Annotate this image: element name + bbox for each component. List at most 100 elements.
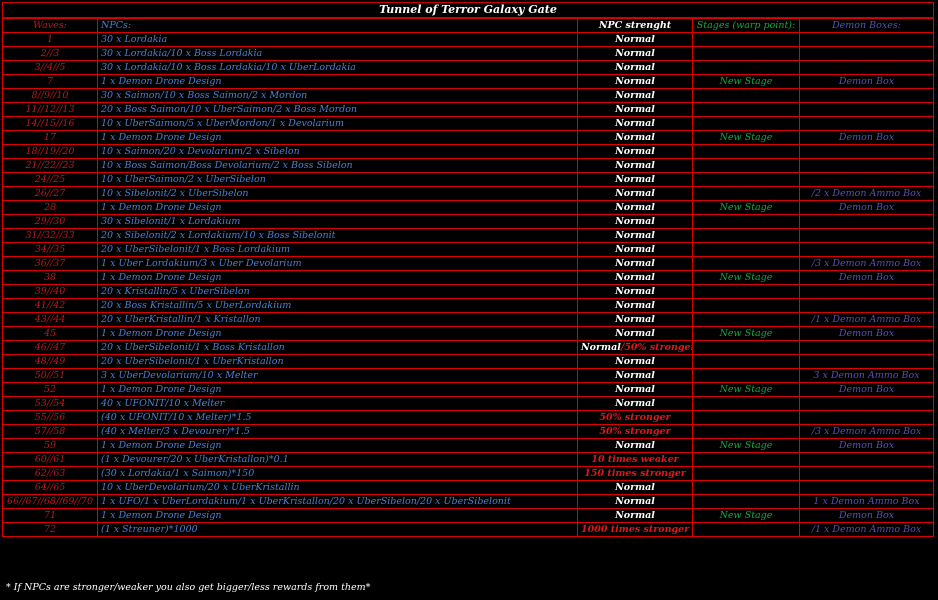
- table-row: 34//35 20 x UberSibelonit/1 x Boss Lordak…: [2, 242, 934, 257]
- strength-cell: Normal: [577, 158, 693, 173]
- box-cell: [799, 452, 934, 467]
- box-cell: [799, 158, 934, 173]
- box-cell: [799, 32, 934, 47]
- box-cell: [799, 46, 934, 61]
- table-row: 46//47 20 x UberSibelonit/1 x Boss Krista…: [2, 340, 934, 355]
- strength-cell: Normal: [577, 60, 693, 75]
- npcs-cell: 10 x UberSaimon/5 x UberMordon/1 x Devol…: [97, 116, 578, 131]
- table-row: 11//12//13 20 x Boss Saimon/10 x UberSaim…: [2, 102, 934, 117]
- strength-cell: Normal: [577, 438, 693, 453]
- strength-value: 50% stronger: [599, 426, 671, 437]
- box-cell: [799, 340, 934, 355]
- npcs-cell: 1 x UFO/1 x UberLordakium/1 x UberKrista…: [97, 494, 578, 509]
- strength-value: Normal: [615, 258, 655, 269]
- table-row: 62//63 (30 x Lordakia/1 x Saimon)*150 150 …: [2, 466, 934, 481]
- table-row: 21//22//23 10 x Boss Saimon/Boss Devolari…: [2, 158, 934, 173]
- box-cell: 1 x Demon Ammo Box: [799, 494, 934, 509]
- stage-cell: New Stage: [692, 508, 800, 523]
- strength-cell: Normal: [577, 396, 693, 411]
- npcs-cell: 30 x Saimon/10 x Boss Saimon/2 x Mordon: [97, 88, 578, 103]
- strength-cell: Normal: [577, 102, 693, 117]
- stage-cell: New Stage: [692, 74, 800, 89]
- wave-cell: 55//56: [2, 410, 98, 425]
- strength-value: Normal: [615, 90, 655, 101]
- wave-cell: 17: [2, 130, 98, 145]
- box-cell: [799, 228, 934, 243]
- box-cell: [799, 88, 934, 103]
- strength-cell: Normal: [577, 214, 693, 229]
- npcs-cell: 30 x Lordakia/10 x Boss Lordakia/10 x Ub…: [97, 60, 578, 75]
- npcs-cell: 1 x Demon Drone Design: [97, 508, 578, 523]
- wave-cell: 48//49: [2, 354, 98, 369]
- wave-cell: 11//12//13: [2, 102, 98, 117]
- box-cell: Demon Box: [799, 508, 934, 523]
- strength-value: Normal: [615, 356, 655, 367]
- box-cell: Demon Box: [799, 438, 934, 453]
- stage-cell: [692, 186, 800, 201]
- wave-cell: 14//15//16: [2, 116, 98, 131]
- wave-cell: 72: [2, 522, 98, 537]
- strength-value: Normal: [615, 118, 655, 129]
- stage-cell: [692, 158, 800, 173]
- table-row: 39//40 20 x Kristallin/5 x UberSibelon Nor…: [2, 284, 934, 299]
- table-row: 43//44 20 x UberKristallin/1 x Kristallon…: [2, 312, 934, 327]
- strength-cell: Normal: [577, 354, 693, 369]
- strength-value: 10 times weaker: [591, 454, 679, 465]
- npcs-cell: 1 x Demon Drone Design: [97, 326, 578, 341]
- wave-cell: 52: [2, 382, 98, 397]
- table-row: 59 1 x Demon Drone Design Normal New Stage D…: [2, 438, 934, 453]
- wave-cell: 53//54: [2, 396, 98, 411]
- table-row: 1 30 x Lordakia Normal: [2, 32, 934, 47]
- wave-cell: 57//58: [2, 424, 98, 439]
- npcs-cell: (30 x Lordakia/1 x Saimon)*150: [97, 466, 578, 481]
- wave-cell: 31//32//33: [2, 228, 98, 243]
- stage-cell: [692, 424, 800, 439]
- wave-cell: 21//22//23: [2, 158, 98, 173]
- stage-cell: [692, 368, 800, 383]
- strength-value: Normal: [615, 216, 655, 227]
- strength-value: Normal: [615, 300, 655, 311]
- box-cell: [799, 242, 934, 257]
- stage-cell: [692, 396, 800, 411]
- strength-value: 50% stronger: [599, 412, 671, 423]
- table-row: 14//15//16 10 x UberSaimon/5 x UberMordon…: [2, 116, 934, 131]
- wave-cell: 66//67//68//69//70: [2, 494, 98, 509]
- table-row: 24//25 10 x UberSaimon/2 x UberSibelon Nor…: [2, 172, 934, 187]
- strength-value: Normal: [615, 146, 655, 157]
- strength-value: Normal: [581, 342, 621, 353]
- strength-value: Normal: [615, 314, 655, 325]
- stage-cell: [692, 284, 800, 299]
- wave-cell: 46//47: [2, 340, 98, 355]
- strength-cell: Normal: [577, 200, 693, 215]
- header-npcs: NPCs:: [97, 18, 578, 33]
- wave-cell: 71: [2, 508, 98, 523]
- box-cell: /1 x Demon Ammo Box: [799, 312, 934, 327]
- wave-cell: 18//19//20: [2, 144, 98, 159]
- strength-cell: Normal: [577, 326, 693, 341]
- npcs-cell: 30 x Lordakia/10 x Boss Lordakia: [97, 46, 578, 61]
- npcs-cell: 1 x Demon Drone Design: [97, 200, 578, 215]
- strength-cell: Normal: [577, 284, 693, 299]
- strength-value: 1000 times stronger: [581, 524, 690, 535]
- npcs-cell: 10 x UberDevolarium/20 x UberKristallin: [97, 480, 578, 495]
- wave-cell: 38: [2, 270, 98, 285]
- stage-cell: [692, 410, 800, 425]
- stage-cell: New Stage: [692, 382, 800, 397]
- strength-value: Normal: [615, 76, 655, 87]
- npcs-cell: 30 x Sibelonit/1 x Lordakium: [97, 214, 578, 229]
- wave-cell: 64//65: [2, 480, 98, 495]
- box-cell: [799, 214, 934, 229]
- box-cell: [799, 354, 934, 369]
- box-cell: [799, 396, 934, 411]
- stage-cell: [692, 60, 800, 75]
- stage-cell: [692, 466, 800, 481]
- stage-cell: New Stage: [692, 270, 800, 285]
- table-row: 53//54 40 x UFONIT/10 x Melter Normal: [2, 396, 934, 411]
- strength-value: Normal: [615, 398, 655, 409]
- table-row: 38 1 x Demon Drone Design Normal New Stage D…: [2, 270, 934, 285]
- strength-cell: 1000 times stronger: [577, 522, 693, 537]
- wave-cell: 62//63: [2, 466, 98, 481]
- strength-cell: Normal: [577, 228, 693, 243]
- stage-cell: [692, 494, 800, 509]
- strength-cell: Normal: [577, 382, 693, 397]
